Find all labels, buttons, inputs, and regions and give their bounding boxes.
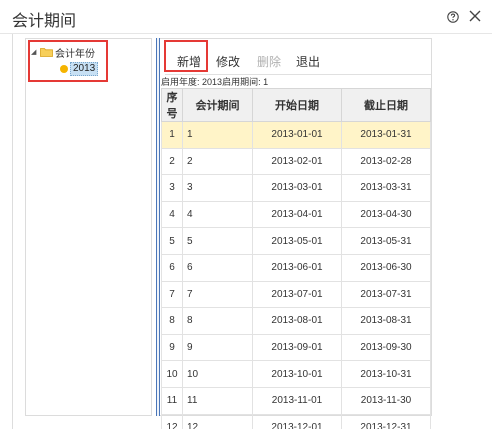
table-header-row: 序号 会计期间 开始日期 截止日期 (161, 88, 431, 122)
table-row[interactable]: 3 3 2013-03-01 2013-03-31 (161, 174, 431, 202)
header-period[interactable]: 会计期间 (182, 88, 253, 122)
cell-period: 3 (182, 174, 253, 202)
edit-button[interactable]: 修改 (216, 53, 240, 70)
cell-period: 6 (182, 253, 253, 282)
period-table: 序号 会计期间 开始日期 截止日期 1 1 2013-01-01 2013-01-31… (161, 88, 431, 429)
cell-start-date: 2013-10-01 (252, 360, 342, 388)
cell-seq: 12 (161, 413, 183, 429)
cell-start-date: 2013-07-01 (252, 280, 342, 309)
folder-icon (40, 48, 53, 57)
cell-end-date: 2013-09-30 (341, 333, 431, 362)
tree-node-accounting-year[interactable]: ◢ 会计年份 (31, 45, 95, 60)
cell-period: 9 (182, 333, 253, 362)
dot-icon (60, 65, 68, 73)
table-row[interactable]: 2 2 2013-02-01 2013-02-28 (161, 147, 431, 176)
cell-start-date: 2013-11-01 (252, 386, 342, 415)
cell-end-date: 2013-10-31 (341, 360, 431, 388)
header-start-date[interactable]: 开始日期 (252, 88, 342, 122)
period-table-body: 1 1 2013-01-01 2013-01-31 2 2 2013-02-01 2013-0… (161, 121, 431, 429)
cell-seq: 11 (161, 386, 183, 415)
cell-end-date: 2013-02-28 (341, 147, 431, 176)
cell-end-date: 2013-07-31 (341, 280, 431, 309)
table-row[interactable]: 9 9 2013-09-01 2013-09-30 (161, 333, 431, 362)
cell-seq: 3 (161, 174, 183, 202)
cell-period: 4 (182, 200, 253, 229)
cell-start-date: 2013-04-01 (252, 200, 342, 229)
cell-start-date: 2013-08-01 (252, 307, 342, 335)
accounting-period-dialog: 会计期间 ◢ 会计年份 2013 新增 修改 删除 退出 启用年度: 2013启… (0, 0, 492, 429)
content-left-border (12, 34, 13, 429)
cell-seq: 1 (161, 121, 183, 149)
cell-seq: 10 (161, 360, 183, 388)
cell-end-date: 2013-04-30 (341, 200, 431, 229)
tree-node-year-2013[interactable]: 2013 (60, 62, 99, 76)
table-row[interactable]: 8 8 2013-08-01 2013-08-31 (161, 307, 431, 335)
dialog-title: 会计期间 (12, 13, 77, 30)
cell-end-date: 2013-05-31 (341, 227, 431, 255)
table-row[interactable]: 6 6 2013-06-01 2013-06-30 (161, 253, 431, 282)
dialog-titlebar: 会计期间 (0, 0, 492, 34)
cell-start-date: 2013-02-01 (252, 147, 342, 176)
delete-button[interactable]: 删除 (257, 53, 281, 70)
cell-seq: 4 (161, 200, 183, 229)
cell-start-date: 2013-09-01 (252, 333, 342, 362)
cell-seq: 5 (161, 227, 183, 255)
new-button-highlight-box (164, 40, 208, 72)
cell-period: 8 (182, 307, 253, 335)
cell-seq: 7 (161, 280, 183, 309)
cell-period: 11 (182, 386, 253, 415)
exit-button[interactable]: 退出 (296, 53, 320, 70)
cell-start-date: 2013-05-01 (252, 227, 342, 255)
start-period-label: 启用期间: (222, 77, 261, 87)
tree-child-label[interactable]: 2013 (70, 62, 99, 76)
tree-root-label: 会计年份 (55, 48, 95, 60)
cell-end-date: 2013-01-31 (341, 121, 431, 149)
cell-seq: 9 (161, 333, 183, 362)
start-year-value: 2013 (202, 77, 223, 87)
cell-period: 1 (182, 121, 253, 149)
help-circle-icon[interactable] (447, 11, 459, 23)
table-row[interactable]: 5 5 2013-05-01 2013-05-31 (161, 227, 431, 255)
expand-toggle-icon[interactable]: ◢ (31, 48, 40, 56)
cell-period: 10 (182, 360, 253, 388)
year-tree-panel (25, 38, 152, 416)
cell-period: 2 (182, 147, 253, 176)
cell-seq: 2 (161, 147, 183, 176)
cell-end-date: 2013-06-30 (341, 253, 431, 282)
table-row[interactable]: 7 7 2013-07-01 2013-07-31 (161, 280, 431, 309)
cell-start-date: 2013-01-01 (252, 121, 342, 149)
start-year-label: 启用年度: (161, 77, 200, 87)
cell-period: 5 (182, 227, 253, 255)
cell-end-date: 2013-08-31 (341, 307, 431, 335)
table-row[interactable]: 10 10 2013-10-01 2013-10-31 (161, 360, 431, 388)
start-info: 启用年度: 2013启用期间: 1 (161, 75, 268, 88)
close-icon[interactable] (468, 9, 482, 23)
cell-start-date: 2013-12-01 (252, 413, 342, 429)
header-end-date[interactable]: 截止日期 (341, 88, 431, 122)
cell-end-date: 2013-03-31 (341, 174, 431, 202)
cell-period: 7 (182, 280, 253, 309)
table-row[interactable]: 4 4 2013-04-01 2013-04-30 (161, 200, 431, 229)
table-row[interactable]: 1 1 2013-01-01 2013-01-31 (161, 121, 431, 149)
table-row[interactable]: 11 11 2013-11-01 2013-11-30 (161, 386, 431, 415)
cell-start-date: 2013-03-01 (252, 174, 342, 202)
cell-seq: 6 (161, 253, 183, 282)
table-row[interactable]: 12 12 2013-12-01 2013-12-31 (161, 413, 431, 429)
start-period-value: 1 (263, 77, 269, 87)
cell-end-date: 2013-11-30 (341, 386, 431, 415)
header-seq[interactable]: 序号 (161, 88, 183, 122)
cell-start-date: 2013-06-01 (252, 253, 342, 282)
cell-seq: 8 (161, 307, 183, 335)
cell-end-date: 2013-12-31 (341, 413, 431, 429)
cell-period: 12 (182, 413, 253, 429)
